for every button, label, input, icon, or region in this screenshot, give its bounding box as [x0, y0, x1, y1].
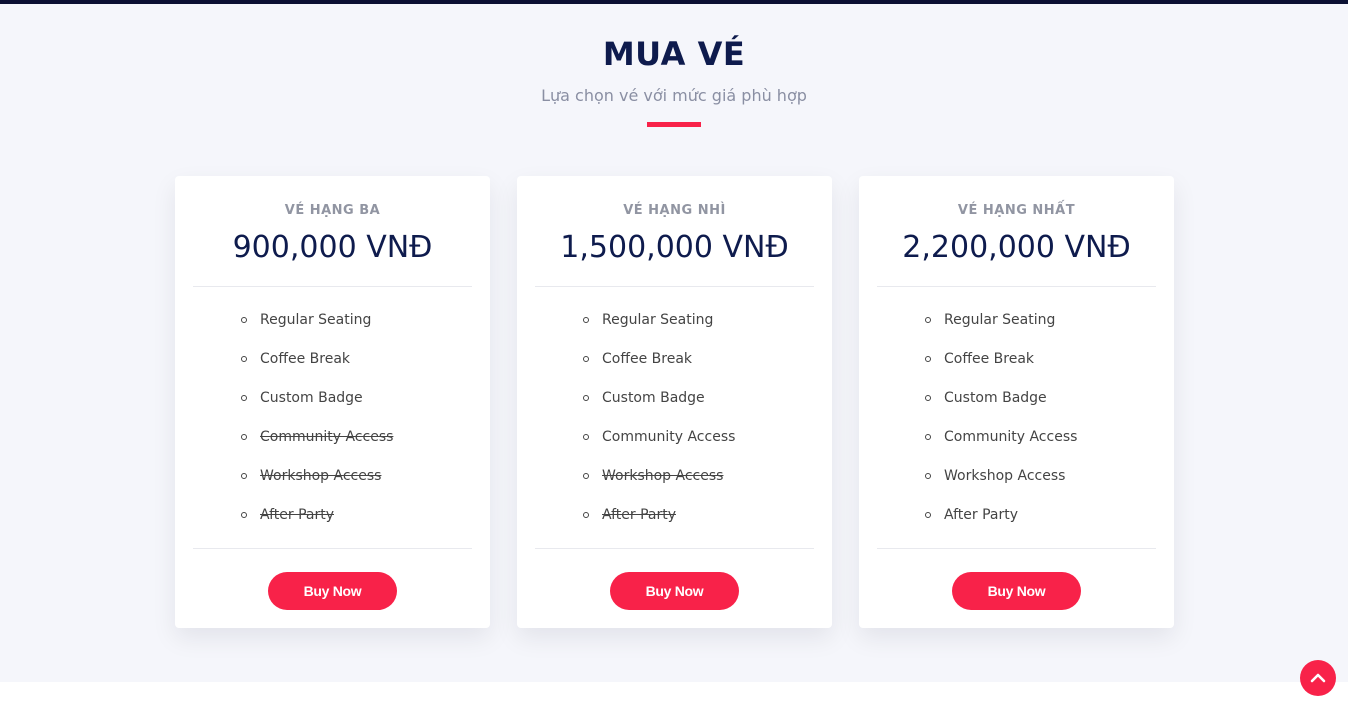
circle-bullet-icon: [241, 317, 247, 323]
circle-bullet-icon: [925, 317, 931, 323]
feature-item: Workshop Access: [925, 466, 1077, 505]
circle-bullet-icon: [583, 317, 589, 323]
ticket-tier: VÉ HẠNG NHẤT: [957, 203, 1076, 218]
divider: [535, 548, 814, 549]
back-to-top-button[interactable]: [1300, 660, 1336, 696]
circle-bullet-icon: [925, 473, 931, 479]
circle-bullet-icon: [925, 395, 931, 401]
ticket-tier: VÉ HẠNG NHÌ: [623, 203, 726, 218]
feature-item: Community Access: [583, 427, 735, 466]
divider: [877, 286, 1156, 287]
feature-list: Regular Seating Coffee Break Custom Badg…: [583, 310, 735, 544]
circle-bullet-icon: [241, 395, 247, 401]
buy-now-button[interactable]: Buy Now: [952, 572, 1081, 610]
ticket-price: 2,200,000 VNĐ: [902, 230, 1131, 265]
circle-bullet-icon: [925, 434, 931, 440]
feature-item: Community Access: [925, 427, 1077, 466]
feature-list: Regular Seating Coffee Break Custom Badg…: [241, 310, 393, 544]
circle-bullet-icon: [241, 473, 247, 479]
feature-item: Custom Badge: [241, 388, 393, 427]
circle-bullet-icon: [583, 356, 589, 362]
feature-item: Coffee Break: [241, 349, 393, 388]
circle-bullet-icon: [925, 356, 931, 362]
feature-list: Regular Seating Coffee Break Custom Badg…: [925, 310, 1077, 544]
divider: [193, 286, 472, 287]
title-accent-line: [647, 122, 701, 127]
circle-bullet-icon: [241, 434, 247, 440]
feature-item: Coffee Break: [583, 349, 735, 388]
ticket-tier: VÉ HẠNG BA: [284, 203, 381, 218]
ticket-card-third-class: VÉ HẠNG BA 900,000 VNĐ Regular Seating C…: [175, 176, 490, 628]
section-subtitle: Lựa chọn vé với mức giá phù hợp: [541, 86, 807, 105]
feature-item-unavailable: After Party: [241, 505, 393, 544]
ticket-price: 1,500,000 VNĐ: [560, 230, 789, 265]
feature-item: Regular Seating: [241, 310, 393, 349]
circle-bullet-icon: [583, 473, 589, 479]
feature-item: Regular Seating: [583, 310, 735, 349]
circle-bullet-icon: [241, 512, 247, 518]
feature-item-unavailable: After Party: [583, 505, 735, 544]
ticket-card-first-class: VÉ HẠNG NHẤT 2,200,000 VNĐ Regular Seati…: [859, 176, 1174, 628]
feature-item-unavailable: Community Access: [241, 427, 393, 466]
circle-bullet-icon: [925, 512, 931, 518]
circle-bullet-icon: [583, 434, 589, 440]
section-title: MUA VÉ: [602, 35, 746, 73]
circle-bullet-icon: [241, 356, 247, 362]
tickets-section: MUA VÉ Lựa chọn vé với mức giá phù hợp V…: [0, 4, 1348, 682]
divider: [877, 548, 1156, 549]
divider: [535, 286, 814, 287]
feature-item: Custom Badge: [925, 388, 1077, 427]
feature-item: Regular Seating: [925, 310, 1077, 349]
circle-bullet-icon: [583, 395, 589, 401]
buy-now-button[interactable]: Buy Now: [610, 572, 739, 610]
chevron-up-icon: [1310, 673, 1326, 683]
divider: [193, 548, 472, 549]
circle-bullet-icon: [583, 512, 589, 518]
ticket-card-second-class: VÉ HẠNG NHÌ 1,500,000 VNĐ Regular Seatin…: [517, 176, 832, 628]
section-header: MUA VÉ Lựa chọn vé với mức giá phù hợp: [0, 34, 1348, 127]
ticket-price: 900,000 VNĐ: [232, 230, 433, 265]
feature-item-unavailable: Workshop Access: [583, 466, 735, 505]
feature-item: After Party: [925, 505, 1077, 544]
feature-item-unavailable: Workshop Access: [241, 466, 393, 505]
feature-item: Coffee Break: [925, 349, 1077, 388]
feature-item: Custom Badge: [583, 388, 735, 427]
buy-now-button[interactable]: Buy Now: [268, 572, 397, 610]
